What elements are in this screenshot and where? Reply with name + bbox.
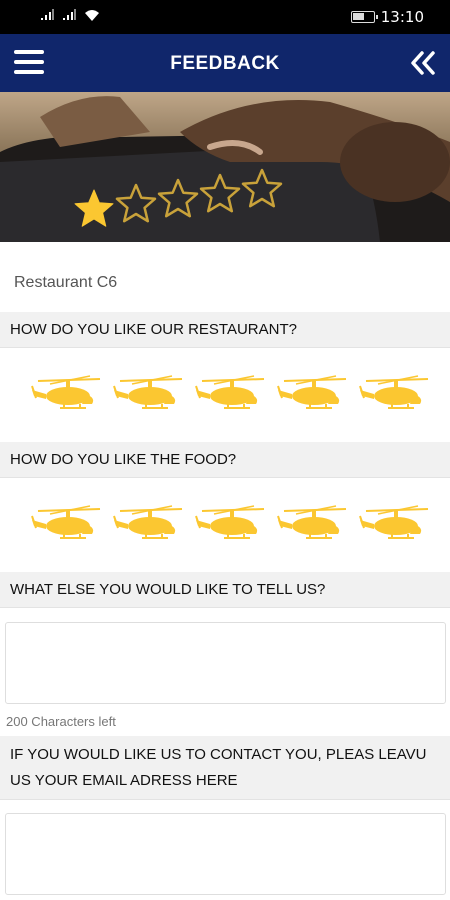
hero-star-3 — [157, 178, 199, 218]
wifi-icon — [84, 9, 99, 21]
hero-star-2 — [115, 183, 157, 223]
hero-star-1 — [74, 189, 114, 227]
hero-star-4 — [199, 173, 241, 213]
helicopter-rating-icon-4[interactable] — [276, 502, 348, 546]
restaurant-name: Restaurant C6 — [14, 274, 118, 291]
restaurant-rating-row — [30, 372, 430, 416]
helicopter-rating-icon-3[interactable] — [194, 372, 266, 416]
question-comments-label: WHAT ELSE YOU WOULD LIKE TO TELL US? — [0, 572, 450, 608]
signal-indicators — [40, 9, 99, 21]
email-label-line-1: IF YOU WOULD LIKE US TO CONTACT YOU, PLE… — [10, 746, 427, 763]
page-title: FEEDBACK — [170, 53, 280, 74]
helicopter-rating-icon-1[interactable] — [30, 502, 102, 546]
helicopter-rating-icon-2[interactable] — [112, 372, 184, 416]
double-chevron-left-icon[interactable] — [410, 50, 436, 76]
app-bar: FEEDBACK — [0, 34, 450, 92]
email-input[interactable] — [5, 813, 446, 895]
food-rating-row — [30, 502, 430, 546]
helicopter-rating-icon-3[interactable] — [194, 502, 266, 546]
question-restaurant-label: HOW DO YOU LIKE OUR RESTAURANT? — [0, 312, 450, 348]
battery-icon — [350, 11, 378, 23]
signal-icon-2 — [62, 9, 76, 21]
question-food-label: HOW DO YOU LIKE THE FOOD? — [0, 442, 450, 478]
comments-textarea[interactable] — [5, 622, 446, 704]
signal-icon — [40, 9, 54, 21]
helicopter-rating-icon-2[interactable] — [112, 502, 184, 546]
characters-left-counter: 200 Characters left — [6, 714, 116, 729]
hero-rating-stars — [74, 168, 283, 227]
hero-image — [0, 92, 450, 242]
helicopter-rating-icon-5[interactable] — [358, 372, 430, 416]
question-email-label: IF YOU WOULD LIKE US TO CONTACT YOU, PLE… — [0, 736, 450, 800]
helicopter-rating-icon-5[interactable] — [358, 502, 430, 546]
helicopter-rating-icon-1[interactable] — [30, 372, 102, 416]
status-time: 13:10 — [380, 8, 424, 26]
hero-star-5 — [241, 168, 283, 208]
email-label-line-2: US YOUR EMAIL ADRESS HERE — [10, 772, 238, 789]
helicopter-rating-icon-4[interactable] — [276, 372, 348, 416]
status-bar: 13:10 — [0, 0, 450, 34]
